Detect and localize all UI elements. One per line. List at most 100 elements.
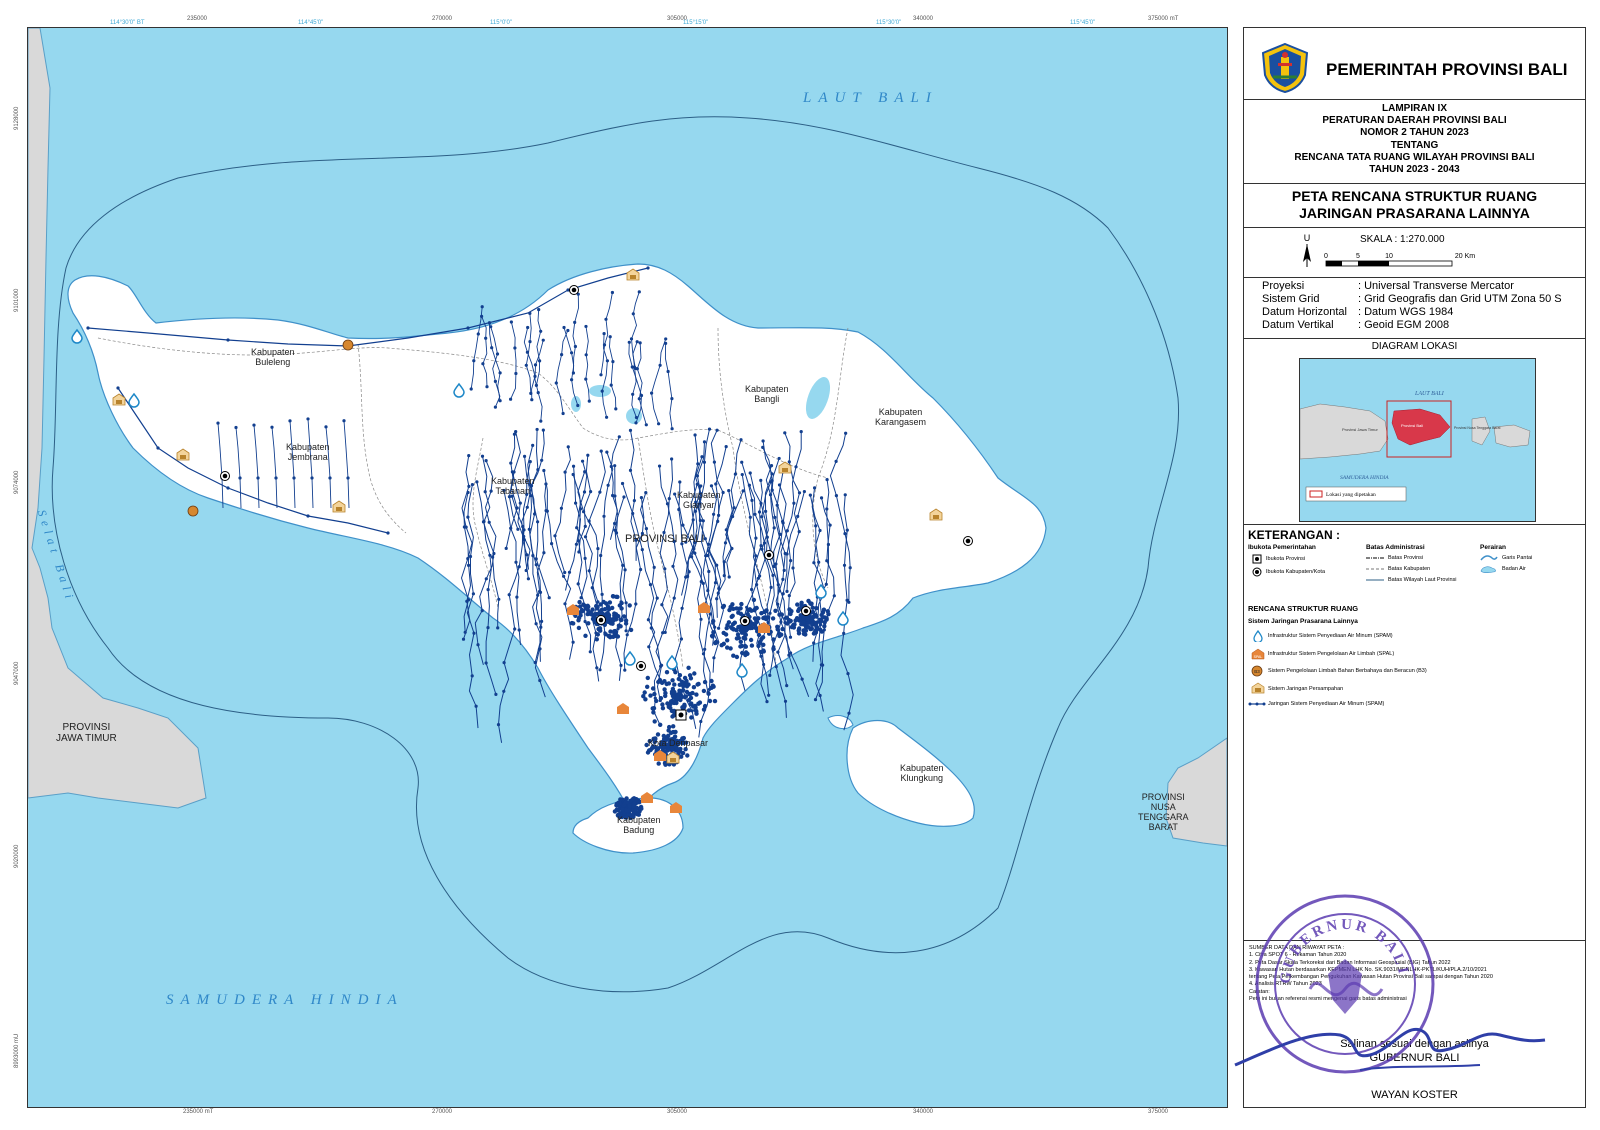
pipeline-node xyxy=(660,663,664,667)
hazardous-waste-marker[interactable] xyxy=(342,339,354,351)
pipeline-node xyxy=(577,550,581,554)
pipeline-node xyxy=(788,635,793,639)
west-province-label: PROVINSI JAWA TIMUR xyxy=(56,722,117,744)
pipeline-node xyxy=(605,450,609,454)
pipeline-node xyxy=(715,597,719,601)
pipeline-node xyxy=(571,621,576,626)
pipeline-node xyxy=(614,407,618,411)
north-arrow-icon: U xyxy=(1303,233,1311,267)
pipeline-node xyxy=(570,378,574,382)
hazardous-waste-marker[interactable] xyxy=(187,505,199,517)
pipeline-node xyxy=(637,290,641,294)
pipeline-node xyxy=(533,660,537,665)
pipeline-node xyxy=(652,691,657,697)
pipeline-node xyxy=(634,602,638,606)
grid-label-left: 9128000 xyxy=(14,106,20,130)
pipeline-node xyxy=(566,328,570,333)
pipeline-node xyxy=(740,650,745,656)
pipeline-node xyxy=(748,515,752,519)
legend-item-label: Infrastruktur Sistem Penyediaan Air Minu… xyxy=(1268,633,1393,639)
pipeline-node xyxy=(754,536,758,540)
location-diagram-canvas: LAUT BALI SAMUDERA HINDIA Provinsi Jawa … xyxy=(1300,359,1535,521)
pipeline-node xyxy=(547,596,551,600)
pipeline-node xyxy=(652,565,656,570)
grid-label-left: 8993000 mU xyxy=(14,1033,20,1068)
pipeline-node xyxy=(800,677,804,681)
pipeline-node xyxy=(539,329,543,333)
regency-line: Kabupaten xyxy=(677,490,721,500)
pipeline-node xyxy=(534,383,538,387)
west-province-line: JAWA TIMUR xyxy=(56,733,117,744)
pipeline-node xyxy=(673,492,677,496)
pipeline-node xyxy=(812,486,817,490)
projection-row: Sistem Grid: Grid Geografis dan Grid UTM… xyxy=(1262,293,1562,306)
pipeline-node xyxy=(848,566,852,570)
pipeline-node xyxy=(736,610,741,615)
pipeline-node xyxy=(694,711,699,716)
regency-line: Tabanan xyxy=(495,486,531,496)
pipeline-node xyxy=(670,678,675,683)
pipeline-node xyxy=(607,600,613,605)
pipeline-node xyxy=(713,625,717,629)
pipeline-node xyxy=(466,326,470,330)
location-diagram-map[interactable]: LAUT BALI SAMUDERA HINDIA Provinsi Jawa … xyxy=(1299,358,1536,522)
pipeline-node xyxy=(630,365,634,369)
pipeline-node xyxy=(567,570,572,574)
pipeline-node xyxy=(810,605,815,610)
pipeline-node xyxy=(580,459,585,463)
pipeline-node xyxy=(826,542,831,547)
diagram-east-label: Provinsi Nusa Tenggara Barat xyxy=(1454,426,1500,430)
main-map[interactable]: LAUT BALI SAMUDERA HINDIA Selat Bali PRO… xyxy=(27,27,1228,1108)
pipeline-node xyxy=(822,615,827,620)
regency-capital-marker[interactable] xyxy=(569,285,579,295)
pipeline-node xyxy=(613,521,617,526)
grid-label-left: 9047000 xyxy=(14,661,20,685)
coastline-icon xyxy=(1480,555,1498,561)
grid-label-left: 9020000 xyxy=(14,844,20,868)
pipeline-node xyxy=(531,443,535,447)
pipeline-node xyxy=(802,489,806,494)
regency-capital-marker[interactable] xyxy=(740,616,750,626)
pipeline-node xyxy=(627,803,632,809)
pipeline-node xyxy=(699,719,703,724)
pipeline-node xyxy=(611,634,616,639)
projection-value: : Datum WGS 1984 xyxy=(1358,306,1454,318)
regency-capital-marker[interactable] xyxy=(636,661,646,671)
pipeline-node xyxy=(480,454,485,458)
regulation-line: TENTANG xyxy=(1390,139,1439,151)
pipeline-node xyxy=(584,377,588,381)
regency-capital-marker[interactable] xyxy=(596,615,606,625)
pipeline-node xyxy=(725,638,730,643)
pipeline-node xyxy=(671,724,676,729)
legend-item-label: Sistem Jaringan Persampahan xyxy=(1268,686,1344,692)
pipeline-node xyxy=(847,711,851,715)
scale-tick: 10 xyxy=(1385,253,1393,260)
pipeline-node xyxy=(586,453,590,457)
pipeline-node xyxy=(665,502,670,506)
city-label-denpasar: Kota Denpasar xyxy=(648,738,708,748)
regency-capital-marker[interactable] xyxy=(801,606,811,616)
governor-signature xyxy=(1234,1027,1546,1071)
pipeline-node xyxy=(662,687,667,692)
pipeline-node xyxy=(792,501,796,505)
pipeline-node xyxy=(306,514,310,518)
pipeline-node xyxy=(618,617,623,622)
legend-admin-heading: Batas Administrasi xyxy=(1366,544,1425,551)
pipeline-node xyxy=(749,643,755,648)
pipeline-node xyxy=(631,312,635,316)
pipeline-node xyxy=(646,266,650,270)
regency-capital-marker[interactable] xyxy=(963,536,973,546)
pipeline-node xyxy=(825,477,829,482)
regency-capital-marker[interactable] xyxy=(220,471,230,481)
pipeline-node xyxy=(496,723,501,727)
regency-capital-marker[interactable] xyxy=(764,550,774,560)
pipeline-node xyxy=(779,632,784,637)
pipeline-node xyxy=(538,359,542,363)
pipeline-node xyxy=(602,607,608,612)
pipeline-node xyxy=(644,423,648,427)
pipeline-node xyxy=(644,527,649,531)
province-capital-marker[interactable] xyxy=(675,709,687,721)
pipeline-node xyxy=(628,627,634,633)
pipeline-node xyxy=(650,706,655,711)
pipeline-node xyxy=(693,551,697,555)
